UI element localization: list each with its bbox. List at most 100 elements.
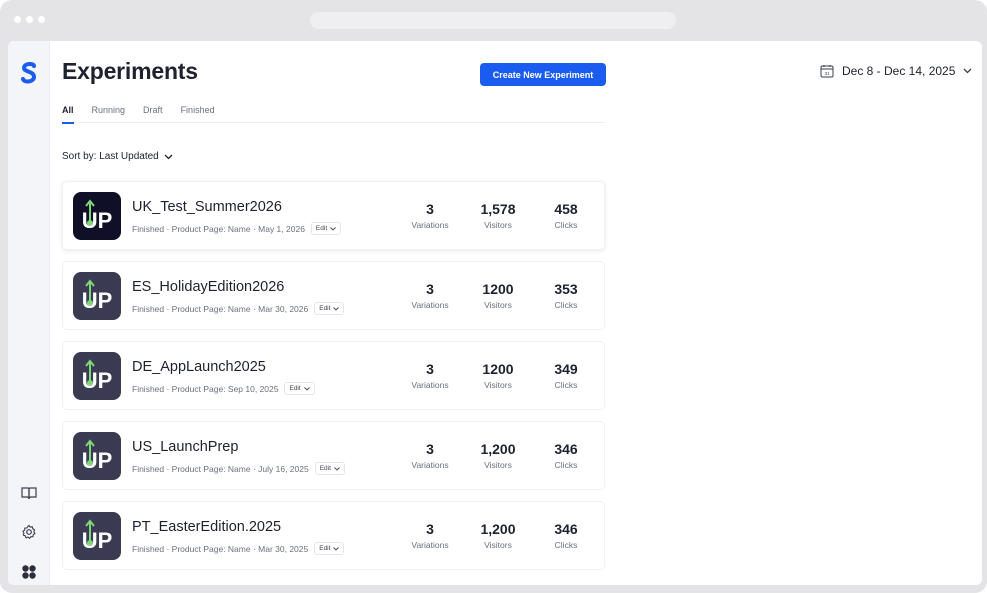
browser-frame: Experiments Create New Experiment 31 Dec… xyxy=(0,0,987,593)
experiment-card[interactable]: UP PT_EasterEdition.2025 Finished · Prod… xyxy=(62,501,605,570)
visitors-stat: 1,200 Visitors xyxy=(463,441,533,470)
experiment-name[interactable]: ES_HolidayEdition2026 xyxy=(132,279,284,295)
tab-running[interactable]: Running xyxy=(92,99,126,123)
sort-dropdown[interactable]: Sort by: Last Updated xyxy=(62,151,173,162)
gear-icon[interactable] xyxy=(19,522,39,542)
variations-stat: 3 Variations xyxy=(395,281,465,310)
brand-s-logo-icon[interactable] xyxy=(19,61,39,84)
variations-label: Variations xyxy=(411,460,449,470)
clicks-stat: 353 Clicks xyxy=(531,281,601,310)
variations-stat: 3 Variations xyxy=(395,521,465,550)
tab-finished[interactable]: Finished xyxy=(181,99,215,123)
chevron-down-icon xyxy=(334,466,340,471)
svg-text:UP: UP xyxy=(82,288,113,313)
experiment-meta-text: Finished · Product Page: Name · May 1, 2… xyxy=(132,223,305,234)
chevron-down-icon xyxy=(164,154,173,159)
experiment-name[interactable]: PT_EasterEdition.2025 xyxy=(132,519,281,535)
experiment-meta: Finished · Product Page: Name · July 16,… xyxy=(132,462,345,475)
up-app-logo: UP xyxy=(73,272,121,320)
chevron-down-icon xyxy=(333,546,340,551)
experiment-card[interactable]: UP ES_HolidayEdition2026 Finished · Prod… xyxy=(62,261,605,330)
up-app-logo: UP xyxy=(73,432,121,480)
clicks-label: Clicks xyxy=(554,460,578,470)
visitors-count: 1200 xyxy=(482,361,514,377)
chevron-down-icon xyxy=(963,68,972,74)
calendar-icon: 31 xyxy=(820,65,834,78)
variations-count: 3 xyxy=(426,361,434,377)
variations-label: Variations xyxy=(411,300,449,310)
svg-text:UP: UP xyxy=(82,208,113,233)
experiment-name[interactable]: DE_AppLaunch2025 xyxy=(132,359,266,375)
book-icon[interactable] xyxy=(19,483,39,503)
address-bar[interactable] xyxy=(310,12,676,29)
experiment-meta: Finished · Product Page: Name · May 1, 2… xyxy=(132,222,342,235)
variations-label: Variations xyxy=(411,380,449,390)
visitors-count: 1200 xyxy=(482,281,514,297)
clicks-count: 346 xyxy=(554,521,578,537)
visitors-stat: 1,578 Visitors xyxy=(463,201,533,230)
variations-label: Variations xyxy=(411,540,449,550)
edit-dropdown-button[interactable]: Edit xyxy=(314,302,345,315)
edit-dropdown-button[interactable]: Edit xyxy=(284,382,315,395)
date-range-picker[interactable]: 31 Dec 8 - Dec 14, 2025 xyxy=(820,62,972,80)
main-content: Experiments Create New Experiment 31 Dec… xyxy=(50,41,982,585)
experiment-name[interactable]: US_LaunchPrep xyxy=(132,439,238,455)
edit-dropdown-button[interactable]: Edit xyxy=(310,222,342,235)
svg-text:UP: UP xyxy=(82,528,113,553)
tab-all[interactable]: All xyxy=(62,99,74,124)
tab-draft[interactable]: Draft xyxy=(143,99,163,123)
sidebar xyxy=(8,41,50,585)
visitors-label: Visitors xyxy=(484,380,512,390)
experiment-meta: Finished · Product Page: Name · Mar 30, … xyxy=(132,302,345,315)
experiment-meta: Finished · Product Page: Name · Mar 30, … xyxy=(132,542,345,555)
clicks-label: Clicks xyxy=(554,540,578,550)
clicks-count: 346 xyxy=(554,441,578,457)
experiment-list: UP UK_Test_Summer2026 Finished · Product… xyxy=(62,181,605,581)
variations-label: Variations xyxy=(411,220,449,230)
clicks-stat: 458 Clicks xyxy=(531,201,601,230)
clicks-stat: 346 Clicks xyxy=(531,521,601,550)
variations-stat: 3 Variations xyxy=(395,361,465,390)
up-app-logo: UP xyxy=(73,192,121,240)
variations-count: 3 xyxy=(426,201,434,217)
app-window: Experiments Create New Experiment 31 Dec… xyxy=(8,41,982,585)
experiment-meta-text: Finished · Product Page: Sep 10, 2025 xyxy=(132,383,279,394)
clicks-count: 353 xyxy=(554,281,578,297)
experiment-card[interactable]: UP DE_AppLaunch2025 Finished · Product P… xyxy=(62,341,605,410)
svg-text:UP: UP xyxy=(82,448,113,473)
visitors-count: 1,200 xyxy=(480,441,516,457)
window-controls[interactable] xyxy=(14,16,45,23)
create-experiment-button[interactable]: Create New Experiment xyxy=(480,63,606,86)
up-app-logo: UP xyxy=(73,512,121,560)
experiment-name[interactable]: UK_Test_Summer2026 xyxy=(132,199,282,215)
visitors-count: 1,578 xyxy=(480,201,516,217)
up-app-logo: UP xyxy=(73,352,121,400)
edit-label: Edit xyxy=(319,465,331,472)
experiment-meta-text: Finished · Product Page: Name · Mar 30, … xyxy=(132,303,309,314)
apps-grid-icon[interactable] xyxy=(19,562,39,582)
edit-label: Edit xyxy=(319,545,331,552)
visitors-label: Visitors xyxy=(484,540,512,550)
clicks-stat: 346 Clicks xyxy=(531,441,601,470)
visitors-label: Visitors xyxy=(484,300,512,310)
variations-count: 3 xyxy=(426,521,434,537)
edit-dropdown-button[interactable]: Edit xyxy=(314,542,345,555)
calendar-day-text: 31 xyxy=(824,71,830,76)
page-title: Experiments xyxy=(62,58,198,84)
experiment-meta-text: Finished · Product Page: Name · July 16,… xyxy=(132,463,309,474)
clicks-label: Clicks xyxy=(554,300,578,310)
variations-count: 3 xyxy=(426,281,434,297)
edit-label: Edit xyxy=(315,225,328,232)
variations-stat: 3 Variations xyxy=(395,201,465,230)
clicks-stat: 349 Clicks xyxy=(531,361,601,390)
experiment-meta-text: Finished · Product Page: Name · Mar 30, … xyxy=(132,543,309,554)
sort-label: Sort by: Last Updated xyxy=(62,151,159,162)
experiment-card[interactable]: UP UK_Test_Summer2026 Finished · Product… xyxy=(62,181,605,250)
edit-dropdown-button[interactable]: Edit xyxy=(314,462,345,475)
svg-text:UP: UP xyxy=(82,368,113,393)
visitors-stat: 1,200 Visitors xyxy=(463,521,533,550)
clicks-count: 458 xyxy=(554,201,578,217)
clicks-label: Clicks xyxy=(554,380,578,390)
experiment-card[interactable]: UP US_LaunchPrep Finished · Product Page… xyxy=(62,421,605,490)
visitors-label: Visitors xyxy=(484,220,512,230)
